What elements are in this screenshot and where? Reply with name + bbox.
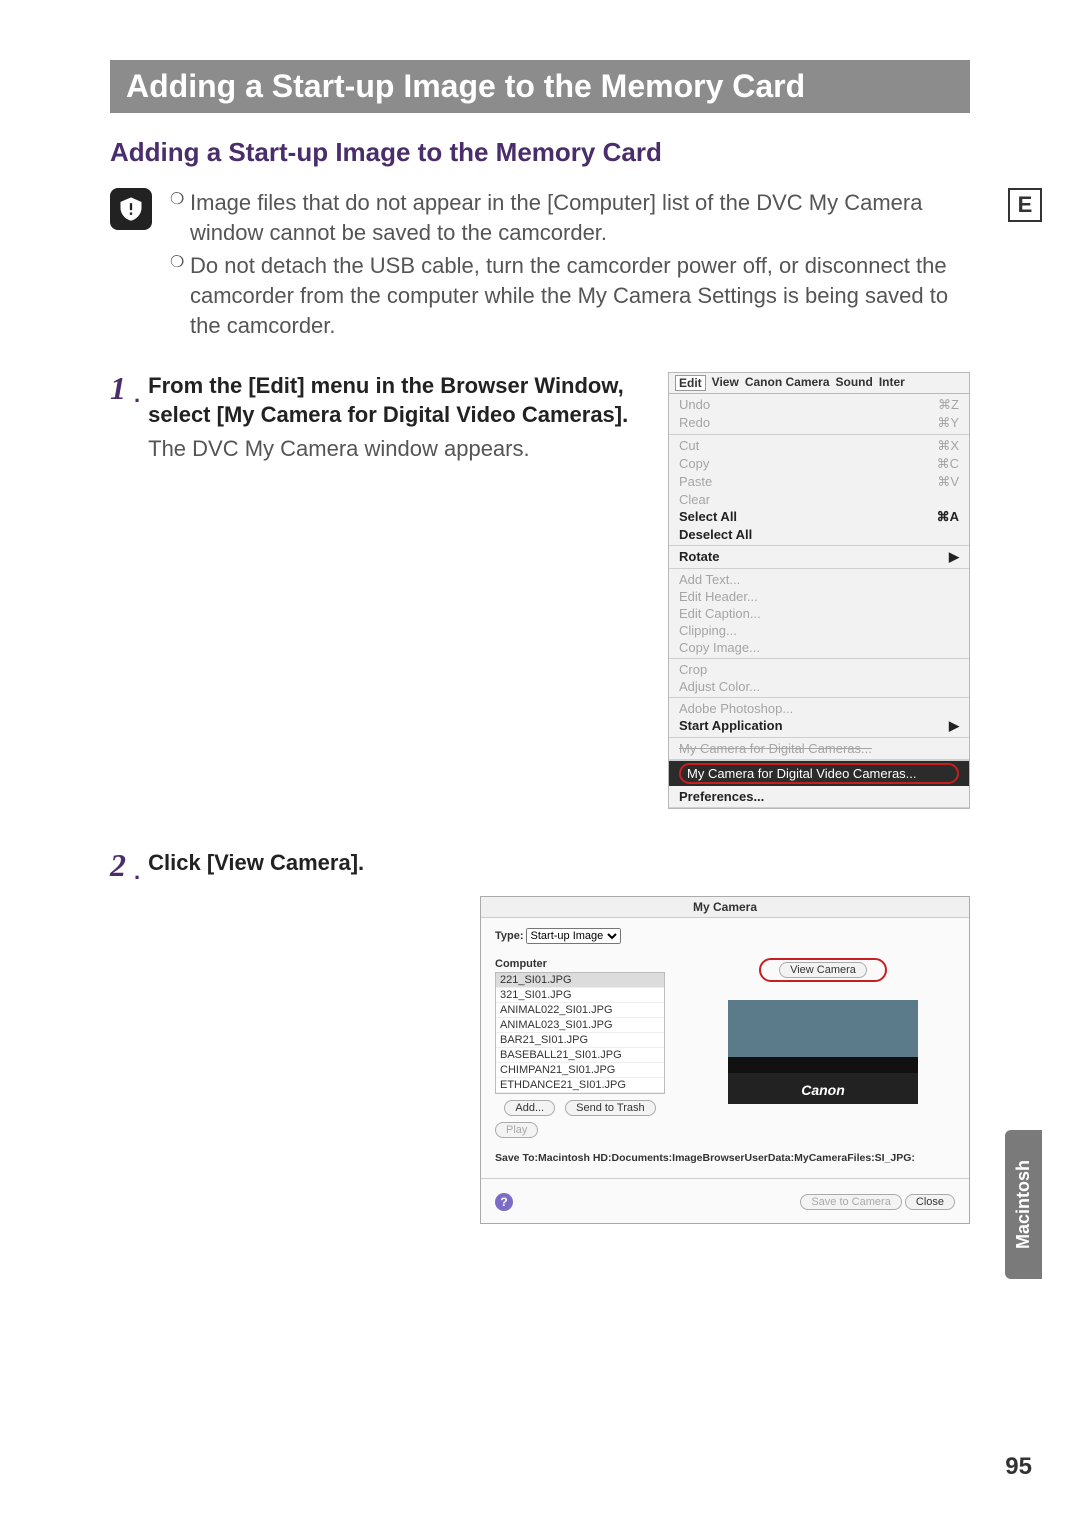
step-1-dot: . xyxy=(134,382,140,408)
menu-item: Edit Header... xyxy=(669,588,969,605)
list-item[interactable]: CHIMPAN21_SI01.JPG xyxy=(496,1063,664,1078)
computer-list-header: Computer xyxy=(495,958,665,970)
note-bullet-1: Image files that do not appear in the [C… xyxy=(170,188,970,247)
note-bullet-2: Do not detach the USB cable, turn the ca… xyxy=(170,251,970,340)
list-item[interactable]: ANIMAL023_SI01.JPG xyxy=(496,1018,664,1033)
menu-item: Clipping... xyxy=(669,622,969,639)
menu-item: Add Text... xyxy=(669,571,969,588)
list-item[interactable]: ANIMAL022_SI01.JPG xyxy=(496,1003,664,1018)
menu-item: Copy Image... xyxy=(669,639,969,656)
save-to-camera-button[interactable]: Save to Camera xyxy=(800,1194,901,1210)
view-camera-button[interactable]: View Camera xyxy=(759,958,887,982)
menu-item: Undo⌘Z xyxy=(669,396,969,414)
menu-item: Edit Caption... xyxy=(669,605,969,622)
menu-item: Crop xyxy=(669,661,969,678)
menu-item: Clear xyxy=(669,491,969,508)
section-title-bar: Adding a Start-up Image to the Memory Ca… xyxy=(110,60,970,113)
step-2-number: 2 xyxy=(110,849,126,1224)
list-item[interactable]: ETHDANCE21_SI01.JPG xyxy=(496,1078,664,1093)
menu-item: Adobe Photoshop... xyxy=(669,700,969,717)
side-tab-macintosh: Macintosh xyxy=(1005,1130,1042,1279)
menu-item-mycam-dvc: My Camera for Digital Video Cameras... xyxy=(669,760,969,786)
menu-item: Copy⌘C xyxy=(669,455,969,473)
step-2-title: Click [View Camera]. xyxy=(148,849,970,878)
computer-file-list[interactable]: 221_SI01.JPG321_SI01.JPGANIMAL022_SI01.J… xyxy=(495,972,665,1094)
important-icon xyxy=(110,188,152,230)
language-marker: E xyxy=(1008,188,1042,222)
menu-item: Deselect All xyxy=(669,526,969,543)
menu-bar-view: View xyxy=(712,375,739,391)
section-title: Adding a Start-up Image to the Memory Ca… xyxy=(126,68,805,104)
trash-button[interactable]: Send to Trash xyxy=(565,1100,656,1116)
my-camera-window: My Camera Type: Start-up Image Computer … xyxy=(480,896,970,1224)
menu-bar-canon: Canon Camera xyxy=(745,375,830,391)
important-note: Image files that do not appear in the [C… xyxy=(166,188,970,344)
menu-item: Rotate▶ xyxy=(669,548,969,566)
list-item[interactable]: 221_SI01.JPG xyxy=(496,973,664,988)
menu-item: Paste⌘V xyxy=(669,473,969,491)
menu-item: Select All⌘A xyxy=(669,508,969,526)
save-to-path: Save To:Macintosh HD:Documents:ImageBrow… xyxy=(495,1152,955,1164)
menu-bar-inter: Inter xyxy=(879,375,905,391)
list-item[interactable]: BAR21_SI01.JPG xyxy=(496,1033,664,1048)
menu-item: Cut⌘X xyxy=(669,437,969,455)
edit-menu-screenshot: Edit View Canon Camera Sound Inter Undo⌘… xyxy=(668,372,970,809)
menu-item-preferences: Preferences... xyxy=(669,788,969,805)
menu-item: Adjust Color... xyxy=(669,678,969,695)
my-camera-titlebar: My Camera xyxy=(481,897,969,918)
play-button[interactable]: Play xyxy=(495,1122,538,1138)
step-1-number: 1 xyxy=(110,372,126,809)
list-item[interactable]: 321_SI01.JPG xyxy=(496,988,664,1003)
startup-image-preview: Canon xyxy=(728,1000,918,1104)
menu-item-mycam-digital: My Camera for Digital Cameras... xyxy=(669,740,969,757)
list-item[interactable]: BASEBALL21_SI01.JPG xyxy=(496,1048,664,1063)
type-label: Type: xyxy=(495,930,524,942)
step-2-dot: . xyxy=(134,859,140,885)
close-button[interactable]: Close xyxy=(905,1194,955,1210)
menu-item: Start Application▶ xyxy=(669,717,969,735)
step-1-desc: The DVC My Camera window appears. xyxy=(148,436,648,462)
help-icon[interactable]: ? xyxy=(495,1193,513,1211)
type-select[interactable]: Start-up Image xyxy=(526,928,621,944)
add-button[interactable]: Add... xyxy=(504,1100,555,1116)
section-subtitle: Adding a Start-up Image to the Memory Ca… xyxy=(110,137,970,168)
menu-item: Redo⌘Y xyxy=(669,414,969,432)
menu-bar-edit: Edit xyxy=(675,375,706,391)
menu-bar-sound: Sound xyxy=(836,375,873,391)
step-1-title: From the [Edit] menu in the Browser Wind… xyxy=(148,372,648,429)
page-number: 95 xyxy=(1005,1453,1032,1481)
menu-bar: Edit View Canon Camera Sound Inter xyxy=(669,373,969,394)
